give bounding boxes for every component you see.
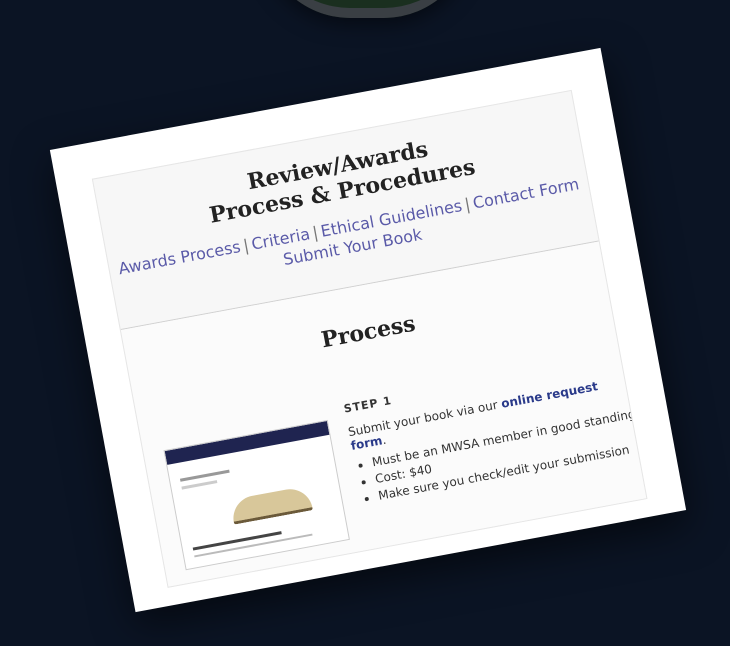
nav-link-awards-process[interactable]: Awards Process xyxy=(117,237,242,278)
web-page: Review/Awards Process & Procedures Award… xyxy=(91,89,648,588)
website-thumbnail-image xyxy=(163,419,350,571)
background-disc xyxy=(262,0,472,18)
thumbnail-text-line xyxy=(179,469,230,482)
thumbnail-text-line xyxy=(181,480,218,490)
thumbnail-navbar xyxy=(164,421,330,465)
screenshot-card: Review/Awards Process & Procedures Award… xyxy=(49,47,687,613)
step-block: STEP 1 Submit your book via our online r… xyxy=(343,350,648,509)
nav-link-contact-form[interactable]: Contact Form xyxy=(471,174,580,212)
open-book-image xyxy=(229,485,313,525)
